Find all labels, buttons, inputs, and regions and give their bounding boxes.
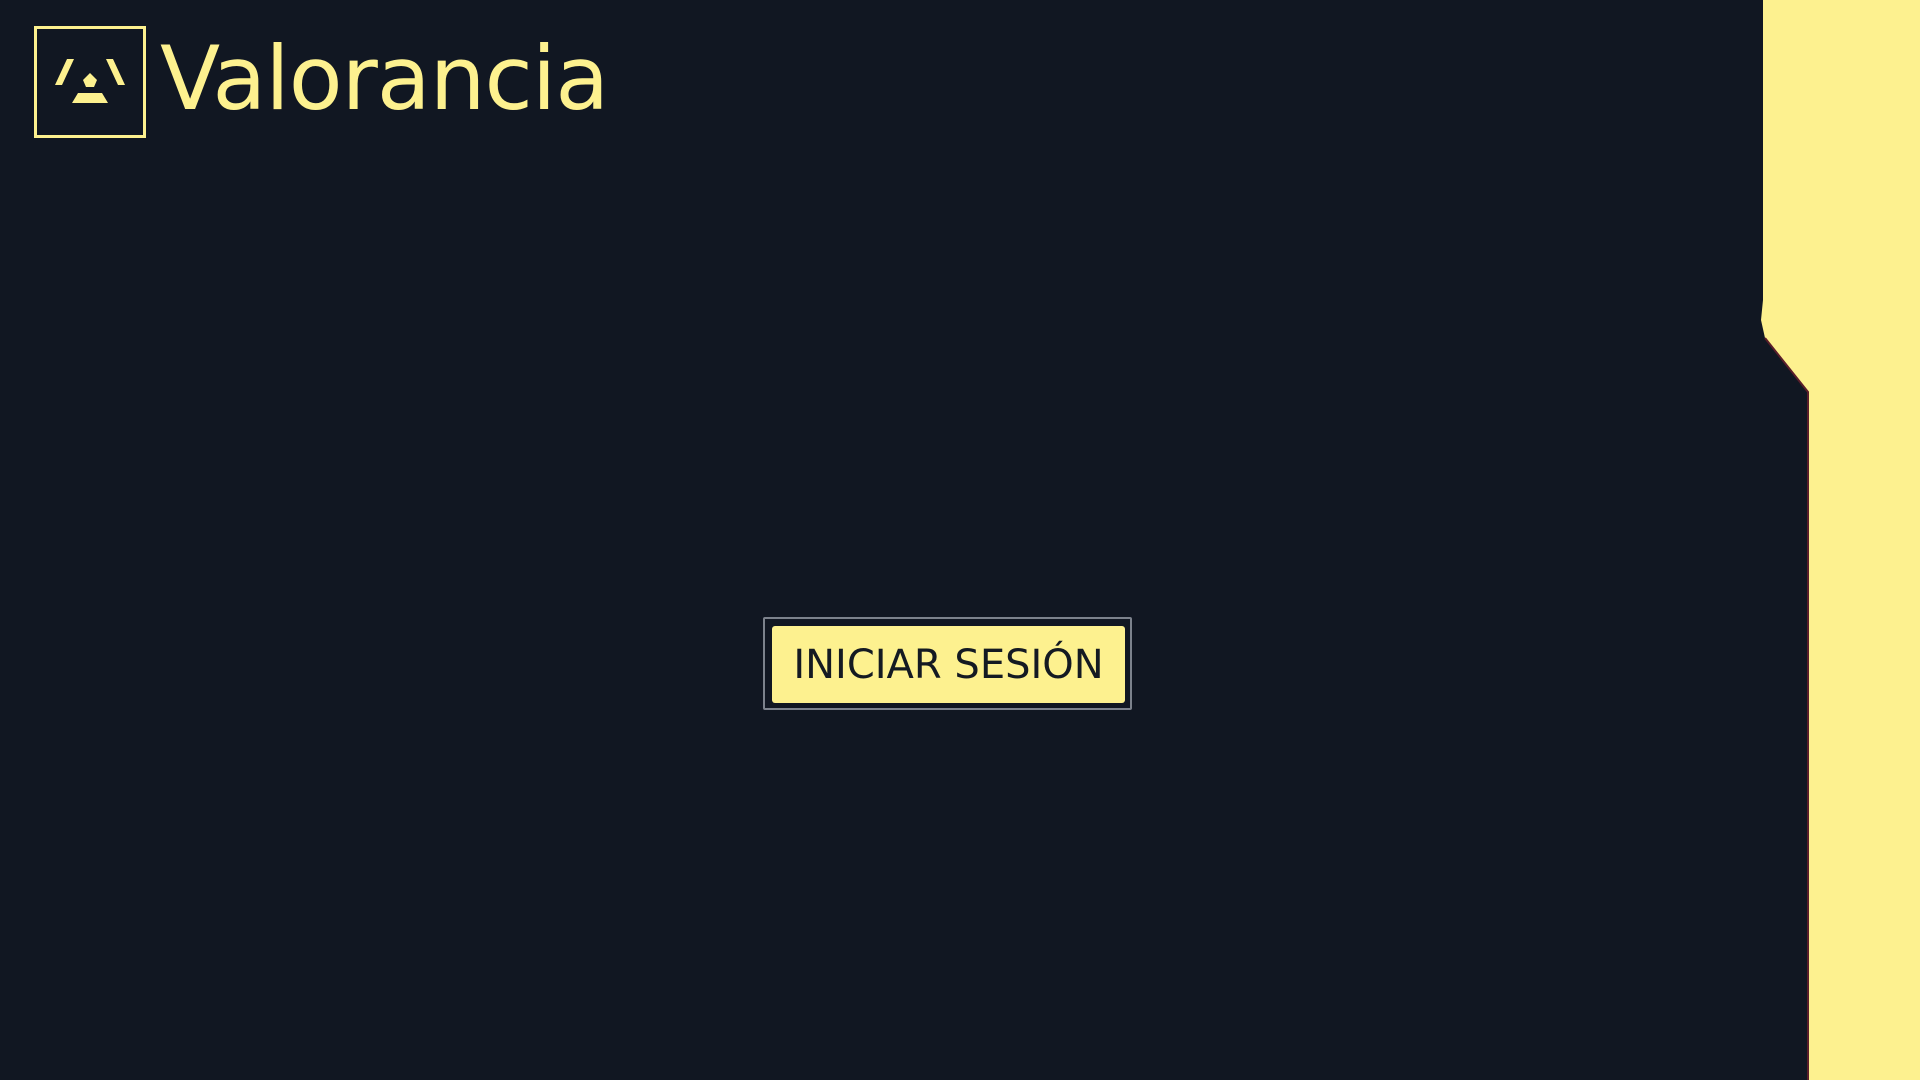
login-screen: Valorancia INICIAR SESIÓN <box>0 0 1920 1080</box>
login-button[interactable]: INICIAR SESIÓN <box>772 626 1125 703</box>
valorancia-logo-icon <box>34 26 146 138</box>
side-decoration-panel <box>1760 0 1920 1080</box>
logo-glyph <box>55 59 125 103</box>
login-button-frame[interactable]: INICIAR SESIÓN <box>763 617 1132 710</box>
app-title: Valorancia <box>160 27 609 130</box>
brand-header: Valorancia <box>34 26 609 138</box>
